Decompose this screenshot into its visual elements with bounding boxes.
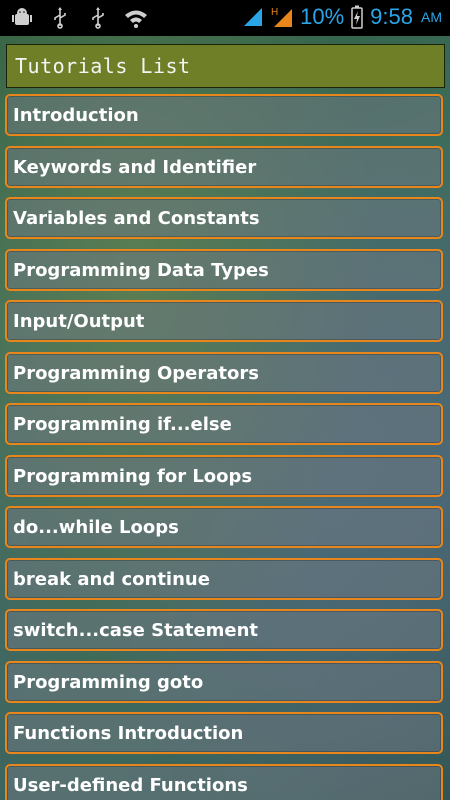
list-item-label: do...while Loops [13, 517, 179, 538]
list-item[interactable]: Programming for Loops [5, 454, 443, 497]
list-item[interactable]: Programming if...else [5, 403, 443, 445]
status-bar: H 10% 9:58 AM [0, 0, 450, 36]
list-item-label: Programming for Loops [13, 465, 253, 487]
battery-percent: 10% [300, 4, 345, 29]
list-item[interactable]: Keywords and Identifier [5, 145, 443, 188]
list-item[interactable]: User-defined Functions [5, 763, 443, 800]
list-item-label: Programming if...else [13, 414, 232, 435]
list-item[interactable]: break and continue [5, 557, 443, 600]
list-item[interactable]: Input/Output [5, 300, 443, 342]
page-title: Tutorials List [15, 54, 191, 78]
signal-h-icon: H [271, 7, 293, 27]
list-item[interactable]: Introduction [5, 94, 443, 136]
list-item-label: User-defined Functions [13, 774, 248, 796]
list-item-label: Variables and Constants [13, 208, 260, 229]
network-type-label: H [271, 7, 278, 18]
battery-charging-icon [351, 5, 363, 29]
list-item[interactable]: switch...case Statement [5, 609, 443, 651]
list-item-label: switch...case Statement [13, 620, 259, 641]
android-debug-icon [12, 8, 32, 25]
list-item-label: Programming Data Types [13, 259, 269, 281]
wifi-icon [125, 10, 147, 28]
list-item[interactable]: Programming Operators [5, 351, 443, 394]
list-item-label: Introduction [13, 105, 139, 126]
clock-time: 9:58 [370, 4, 413, 29]
list-item-label: Input/Output [13, 311, 145, 332]
signal-icon [244, 8, 263, 26]
usb-icon-2 [92, 7, 104, 29]
tutorials-list[interactable]: Introduction Keywords and Identifier Varia… [0, 94, 450, 800]
title-bar: Tutorials List [6, 44, 445, 88]
list-item-label: Programming Operators [13, 362, 259, 384]
list-item[interactable]: Programming goto [5, 660, 443, 703]
list-item-label: break and continue [13, 568, 210, 590]
list-item-label: Programming goto [13, 671, 204, 693]
system-status: H 10% 9:58 AM [242, 4, 442, 30]
list-item-label: Keywords and Identifier [13, 156, 257, 178]
notification-icons [10, 6, 148, 30]
clock-ampm: AM [421, 9, 442, 25]
list-item[interactable]: Programming Data Types [5, 248, 443, 291]
usb-icon [54, 7, 66, 29]
list-item[interactable]: Variables and Constants [5, 197, 443, 239]
list-item-label: Functions Introduction [13, 723, 244, 744]
list-item[interactable]: Functions Introduction [5, 712, 443, 754]
list-item[interactable]: do...while Loops [5, 506, 443, 548]
